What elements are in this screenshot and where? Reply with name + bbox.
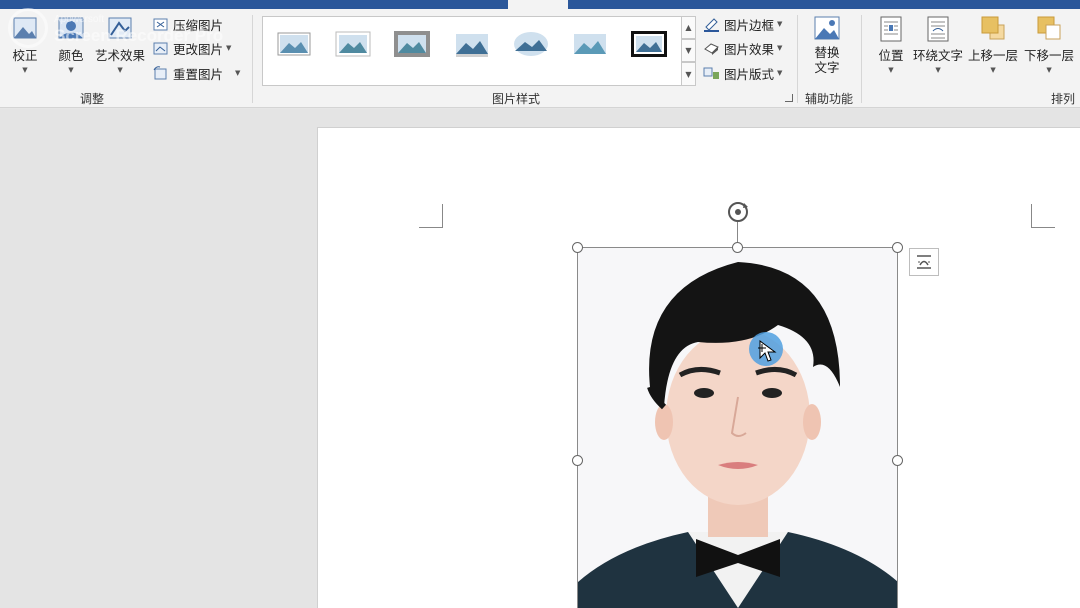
pen-icon <box>704 17 719 32</box>
reset-icon <box>153 65 167 79</box>
position-label: 位置 <box>878 48 904 63</box>
accessibility-group-label: 辅助功能 <box>804 92 853 106</box>
layout-options-icon <box>917 255 931 269</box>
picture-border-button[interactable]: 图片边框 ▼ <box>703 13 782 35</box>
layout-icon <box>703 67 719 79</box>
resize-handle-top-right[interactable] <box>892 242 903 253</box>
style-thumbnail-4[interactable] <box>453 29 491 59</box>
picture-styles-group-label: 图片样式 <box>491 92 540 106</box>
bring-forward-button[interactable]: 上移一层 ▼ <box>968 15 1018 74</box>
margin-corner-top-right <box>1031 204 1055 228</box>
style-thumbnail-1[interactable] <box>275 29 313 59</box>
chevron-down-icon: ▼ <box>22 66 28 74</box>
chevron-down-icon: ▼ <box>117 66 123 74</box>
margin-corner-top-left <box>419 204 443 228</box>
gallery-more-button[interactable]: ▼ <box>681 62 696 86</box>
resize-handle-top[interactable] <box>732 242 743 253</box>
group-divider <box>252 15 253 103</box>
wrap-text-label: 环绕文字 <box>913 48 964 63</box>
chevron-down-icon: ▼ <box>888 66 894 74</box>
bring-forward-label: 上移一层 <box>968 48 1019 63</box>
recorder-watermark: Apowersoft Screen Recorder Pro <box>8 8 223 48</box>
chevron-down-icon: ▼ <box>235 69 241 77</box>
alt-text-icon <box>814 16 840 40</box>
gallery-scroll-down[interactable]: ▼ <box>681 39 696 62</box>
style-thumbnail-7[interactable] <box>630 29 668 59</box>
resize-handle-left[interactable] <box>572 455 583 466</box>
effects-icon <box>704 42 719 55</box>
resize-handle-top-left[interactable] <box>572 242 583 253</box>
picture-layout-label: 图片版式 <box>724 66 775 82</box>
selection-frame <box>577 247 898 608</box>
chevron-down-icon: ▼ <box>777 44 783 52</box>
wrap-text-button[interactable]: 环绕文字 ▼ <box>913 15 963 74</box>
chevron-down-icon: ▼ <box>1046 66 1052 74</box>
bring-forward-icon <box>981 16 1005 40</box>
chevron-down-icon: ▼ <box>935 66 941 74</box>
picture-border-label: 图片边框 <box>724 17 775 33</box>
style-thumbnail-3[interactable] <box>393 29 431 59</box>
alt-text-label-1: 替换 <box>814 45 840 60</box>
chevron-down-icon: ▼ <box>68 66 74 74</box>
active-tab-indicator <box>508 0 568 9</box>
watermark-product: Screen Recorder Pro <box>54 26 224 45</box>
adjust-group-label: 调整 <box>79 92 104 106</box>
send-backward-icon <box>1037 16 1061 40</box>
recorder-logo-icon <box>8 8 48 48</box>
dialog-launcher-icon[interactable] <box>785 94 793 102</box>
group-divider <box>797 15 798 103</box>
group-divider <box>861 15 862 103</box>
style-thumbnail-6[interactable] <box>571 29 609 59</box>
resize-handle-right[interactable] <box>892 455 903 466</box>
alt-text-button[interactable]: 替换 文字 <box>812 15 842 75</box>
reset-picture-label: 重置图片 <box>173 66 224 82</box>
move-cursor-icon <box>758 340 777 362</box>
gallery-scroll-up[interactable]: ▲ <box>681 16 696 39</box>
style-thumbnail-5[interactable] <box>512 29 550 59</box>
style-thumbnail-2[interactable] <box>334 29 372 59</box>
rotate-icon[interactable] <box>726 200 750 224</box>
picture-effects-button[interactable]: 图片效果 ▼ <box>703 37 782 59</box>
wrap-text-icon <box>927 16 949 42</box>
chevron-down-icon: ▼ <box>990 66 996 74</box>
position-icon <box>880 16 902 42</box>
send-backward-label: 下移一层 <box>1024 48 1075 63</box>
picture-styles-gallery <box>262 16 682 86</box>
chevron-down-icon: ▼ <box>777 69 783 77</box>
chevron-down-icon: ▼ <box>777 20 783 28</box>
arrange-group-label: 排列 <box>1050 92 1075 106</box>
send-backward-button[interactable]: 下移一层 ▼ <box>1024 15 1074 74</box>
position-button[interactable]: 位置 ▼ <box>876 15 906 74</box>
alt-text-label-2: 文字 <box>814 60 840 75</box>
layout-options-button[interactable] <box>909 248 939 276</box>
chevron-down-icon: ▼ <box>226 44 232 52</box>
picture-effects-label: 图片效果 <box>724 41 775 57</box>
reset-picture-button[interactable]: 重置图片 ▼ <box>152 62 240 84</box>
picture-layout-button[interactable]: 图片版式 ▼ <box>703 62 782 84</box>
